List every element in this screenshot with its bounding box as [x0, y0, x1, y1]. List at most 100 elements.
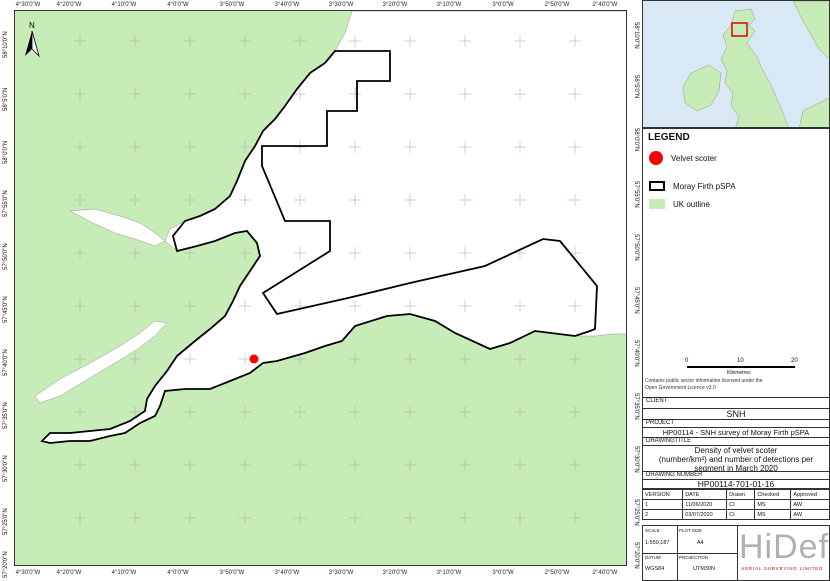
client-header: CLIENT	[642, 398, 830, 409]
version-header-row: VERSION DATE Drawn Checked Approved	[641, 489, 830, 500]
legend-item-pspa: Moray Firth pSPA	[649, 177, 736, 195]
longitude-tick-label: 4°20'0"W	[56, 2, 82, 8]
cell: 1	[641, 499, 684, 510]
longitude-tick-label: 4°0'0"W	[167, 2, 189, 8]
projection-value: UTM30N	[693, 566, 716, 572]
velvet-scoter-detection[interactable]	[249, 354, 259, 364]
drawing-number-label: DRAWING NUMBER	[646, 472, 703, 478]
cell: CI	[726, 509, 756, 520]
scale-bar	[687, 366, 795, 368]
longitude-tick-label: 4°30'0"W	[15, 570, 41, 576]
longitude-tick-label: 3°20'0"W	[382, 2, 408, 8]
latitude-tick-label: 57°35'0"N	[3, 402, 9, 429]
longitude-tick-label: 3°20'0"W	[382, 570, 408, 576]
scale-label-20: 20	[791, 358, 798, 364]
version-row: 2 03/07/2020 CI MS AW	[641, 509, 830, 520]
latitude-tick-label: 58°0'0"N	[3, 140, 9, 164]
legend-label: Velvet scoter	[671, 153, 717, 163]
inset-locator-map	[642, 0, 830, 128]
latitude-tick-label: 58°10'0"N	[633, 22, 639, 49]
longitude-tick-label: 3°0'0"W	[492, 570, 514, 576]
map-frame[interactable]: N	[14, 10, 627, 566]
drawing-title-label: DRAWINGTITLE	[646, 438, 692, 444]
datum-value: WGS84	[645, 566, 665, 572]
north-label: N	[29, 21, 35, 30]
legend-item-velvet-scoter: Velvet scoter	[649, 149, 717, 167]
outline-swatch-icon	[649, 181, 665, 191]
latitude-tick-label: 57°55'0"N	[633, 181, 639, 208]
hidef-logo: HiDef AERIAL SURVEYING LIMITED	[739, 528, 829, 578]
longitude-tick-label: 3°10'0"W	[436, 570, 462, 576]
longitude-tick-label: 2°40'0"W	[592, 570, 618, 576]
longitude-tick-label: 4°10'0"W	[111, 2, 137, 8]
latitude-tick-label: 58°0'0"N	[633, 128, 639, 152]
cell: MS	[754, 499, 792, 510]
project-header: PROJECT	[642, 420, 830, 428]
longitude-tick-label: 3°40'0"W	[274, 570, 300, 576]
longitude-tick-label: 4°30'0"W	[15, 2, 41, 8]
latitude-tick-label: 57°50'0"N	[633, 234, 639, 261]
longitude-tick-label: 3°0'0"W	[492, 2, 514, 8]
client-value: SNH	[726, 409, 746, 419]
projection-cell: PROJECTION UTM30N	[677, 553, 738, 581]
drawing-title-row: Density of velvet scoter (number/km²) an…	[642, 446, 830, 473]
longitude-tick-label: 4°0'0"W	[167, 570, 189, 576]
projection-label: PROJECTION	[679, 555, 709, 560]
licence-note-line-2: Open Government Licence v3.0	[645, 385, 716, 391]
client-row: SNH	[642, 409, 830, 420]
col-version: VERSION	[641, 489, 684, 500]
legend-label: UK outline	[673, 199, 710, 209]
drawing-number-value: HP00114-701-01-16	[697, 479, 775, 489]
red-circle-icon	[649, 151, 663, 165]
col-date: DATE	[682, 489, 728, 500]
legend-panel: LEGEND Velvet scoter Moray Firth pSPA UK…	[642, 128, 830, 398]
scale-value: 1:550,187	[645, 540, 670, 546]
drawing-title-header: DRAWINGTITLE	[642, 438, 830, 446]
client-label: CLIENT	[646, 398, 668, 404]
latitude-tick-label: 57°45'0"N	[3, 296, 9, 323]
datum-label: DATUM	[645, 555, 661, 560]
latitude-tick-label: 57°20'0"N	[633, 542, 639, 569]
longitude-tick-label: 3°30'0"W	[328, 2, 354, 8]
longitude-tick-label: 2°50'0"W	[544, 2, 570, 8]
latitude-tick-label: 57°30'0"N	[633, 446, 639, 473]
longitude-tick-label: 3°40'0"W	[274, 2, 300, 8]
green-fill-swatch-icon	[649, 199, 665, 209]
longitude-tick-label: 4°20'0"W	[56, 570, 82, 576]
project-value: HP00114 - SNH survey of Moray Firth pSPA	[662, 428, 810, 437]
longitude-tick-label: 2°50'0"W	[544, 570, 570, 576]
latitude-tick-label: 57°35'0"N	[633, 393, 639, 420]
longitude-tick-label: 3°50'0"W	[219, 2, 245, 8]
scale-label: SCALE	[645, 528, 660, 533]
latitude-tick-label: 58°10'0"N	[3, 31, 9, 58]
latitude-tick-label: 58°5'0"N	[633, 75, 639, 99]
latitude-tick-label: 57°45'0"N	[633, 287, 639, 314]
scale-label-0: 0	[685, 358, 689, 364]
latitude-tick-label: 57°25'0"N	[3, 508, 9, 535]
north-arrow-icon	[25, 30, 40, 58]
beauly-firth	[69, 208, 166, 247]
latitude-tick-label: 57°25'0"N	[633, 499, 639, 526]
longitude-tick-label: 3°30'0"W	[328, 570, 354, 576]
cell: 03/07/2020	[682, 509, 728, 520]
drawing-number-row: HP00114-701-01-16	[642, 479, 830, 489]
drawing-title-line-1: Density of velvet scoter	[694, 446, 778, 455]
latitude-tick-label: 58°5'0"N	[3, 87, 9, 111]
legend-item-uk-outline: UK outline	[649, 195, 710, 213]
cell: AW	[790, 499, 830, 510]
version-table: VERSION DATE Drawn Checked Approved 1 11…	[641, 489, 830, 520]
col-approved: Approved	[790, 489, 830, 500]
map-canvas[interactable]: N	[15, 11, 627, 566]
col-checked: Checked	[754, 489, 792, 500]
licence-note-line-1: Contains public sector information licen…	[645, 378, 763, 384]
latitude-tick-label: 57°40'0"N	[633, 340, 639, 367]
scale-unit: Kilometres	[727, 370, 751, 376]
latitude-tick-label: 57°50'0"N	[3, 243, 9, 270]
cell: AW	[790, 509, 830, 520]
scale-label-10: 10	[737, 358, 744, 364]
cell: CI	[726, 499, 756, 510]
logo-wordmark: HiDef	[739, 528, 830, 566]
version-row: 1 11/06/2020 CI MS AW	[641, 499, 830, 510]
legend-label: Moray Firth pSPA	[673, 181, 736, 191]
longitude-tick-label: 2°40'0"W	[592, 2, 618, 8]
